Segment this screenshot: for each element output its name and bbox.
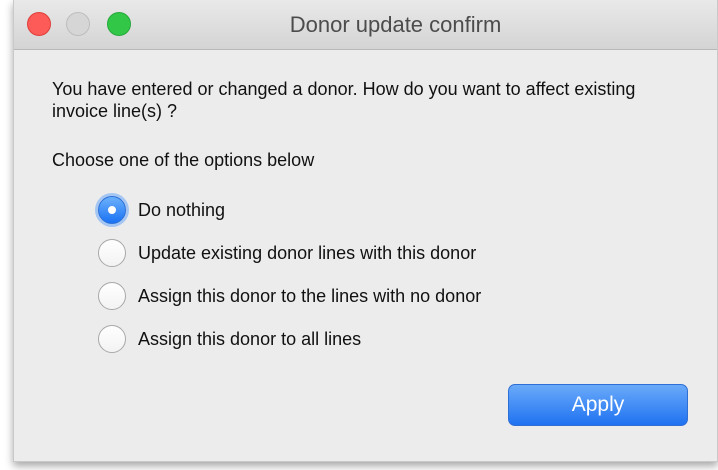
option-label: Do nothing	[138, 199, 226, 220]
radio-button[interactable]	[98, 239, 126, 267]
apply-button[interactable]: Apply	[508, 384, 688, 426]
radio-button[interactable]	[98, 325, 126, 353]
option-label: Assign this donor to all lines	[138, 328, 362, 349]
dialog-message: You have entered or changed a donor. How…	[52, 79, 636, 121]
option-assign-to-lines-with-no-donor[interactable]: Assign this donor to the lines with no d…	[98, 280, 481, 312]
option-label: Assign this donor to the lines with no d…	[138, 285, 482, 306]
option-do-nothing[interactable]: Do nothing	[98, 194, 481, 226]
options-radio-group: Do nothing Update existing donor lines w…	[98, 194, 481, 366]
window-title: Donor update confirm	[289, 12, 502, 37]
option-assign-to-all-lines[interactable]: Assign this donor to all lines	[98, 323, 481, 355]
options-prompt: Choose one of the options below	[52, 150, 315, 170]
title-bar[interactable]: Donor update confirm	[14, 0, 717, 50]
option-update-existing-donor-lines[interactable]: Update existing donor lines with this do…	[98, 237, 481, 269]
dialog-window: Donor update confirm You have entered or…	[13, 0, 718, 462]
radio-button-selected[interactable]	[98, 196, 126, 224]
option-label: Update existing donor lines with this do…	[138, 242, 477, 263]
radio-button[interactable]	[98, 282, 126, 310]
